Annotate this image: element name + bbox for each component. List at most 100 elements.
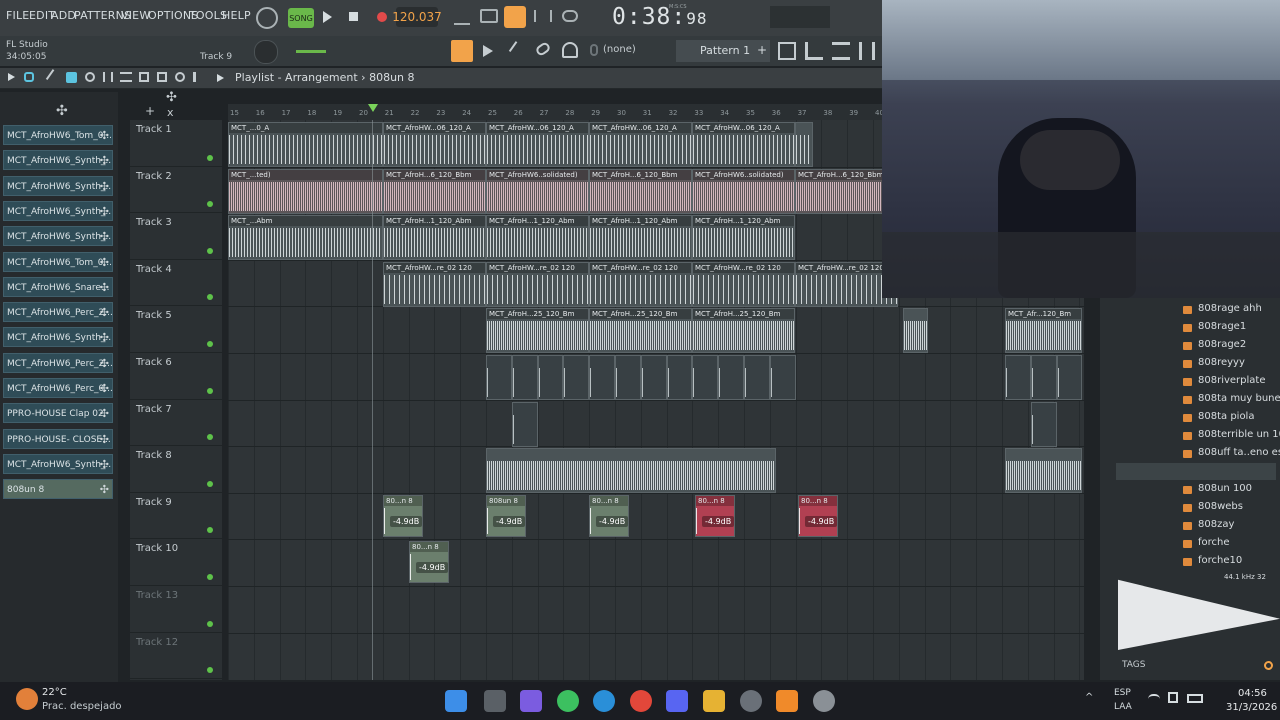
- browser-item[interactable]: 808un 100: [1198, 483, 1252, 494]
- audio-clip[interactable]: [537, 355, 564, 400]
- picker-item[interactable]: MCT_AfroHW6_Synth_... ✣: [3, 200, 113, 221]
- delete-tool-icon[interactable]: [85, 72, 95, 82]
- piano-roll-icon[interactable]: [832, 42, 850, 60]
- track-header[interactable]: Track 5: [130, 306, 222, 353]
- playlist-options-arrow-icon[interactable]: [217, 74, 224, 82]
- volume-icon[interactable]: [1168, 692, 1178, 703]
- scroll-arrows-icon[interactable]: ✣: [166, 90, 177, 105]
- tray-chevron-icon[interactable]: ^: [1085, 692, 1093, 703]
- playlist-menu-arrow-icon[interactable]: [8, 73, 15, 81]
- audio-clip[interactable]: [1056, 355, 1083, 400]
- browser-item[interactable]: forche10: [1198, 555, 1242, 566]
- snap-selector[interactable]: (none): [603, 44, 636, 55]
- track-mute-led[interactable]: [207, 387, 213, 394]
- audio-clip[interactable]: [1005, 355, 1031, 400]
- track-mute-led[interactable]: [207, 573, 213, 580]
- track-header[interactable]: Track 13: [130, 586, 222, 633]
- move-icon[interactable]: ✣: [100, 227, 109, 245]
- browser-item[interactable]: 808ta muy buneno: [1198, 393, 1280, 404]
- mute-tool-icon[interactable]: [103, 72, 113, 82]
- audio-clip[interactable]: [1005, 448, 1082, 494]
- track-mute-led[interactable]: [207, 154, 213, 161]
- audio-clip[interactable]: [692, 355, 719, 400]
- picker-item[interactable]: PPRO-HOUSE- CLOSE... ✣: [3, 428, 113, 449]
- move-icon[interactable]: ✣: [100, 455, 109, 473]
- move-icon[interactable]: ✣: [100, 328, 109, 346]
- move-icon[interactable]: ✣: [100, 379, 109, 397]
- menu-file[interactable]: FILE: [6, 9, 29, 22]
- audio-clip[interactable]: [640, 355, 667, 400]
- chrome-icon[interactable]: [630, 690, 652, 712]
- clock-date[interactable]: 31/3/2026: [1226, 702, 1277, 713]
- audio-clip[interactable]: MCT_AfroHW...06_120_A: [486, 122, 589, 167]
- audio-clip[interactable]: MCT_AfroH...1_120_Abm: [692, 215, 795, 261]
- settings-icon[interactable]: [813, 690, 835, 712]
- 808-clip[interactable]: 80...n 8 -4.9dB: [409, 541, 449, 584]
- audio-clip[interactable]: MCT_AfroHW...06_120_A: [589, 122, 692, 167]
- picker-item[interactable]: MCT_AfroHW6_Snare... ✣: [3, 276, 113, 297]
- close-track-icon[interactable]: x: [167, 106, 174, 119]
- track-mute-led[interactable]: [207, 480, 213, 487]
- magnet-icon[interactable]: [590, 44, 598, 56]
- audio-clip[interactable]: [744, 355, 770, 400]
- 808-clip[interactable]: 80...n 8 -4.9dB: [695, 494, 735, 537]
- audio-clip[interactable]: MCT_AfroH...1_120_Abm: [486, 215, 589, 261]
- metronome-icon[interactable]: [454, 9, 470, 25]
- picker-item[interactable]: MCT_AfroHW6_Tom_0... ✣: [3, 125, 113, 145]
- app-gear-icon[interactable]: [740, 690, 762, 712]
- select-tool-icon[interactable]: [157, 72, 167, 82]
- slice-tool-icon[interactable]: [139, 72, 149, 82]
- track-mute-led[interactable]: [207, 620, 213, 627]
- slip-tool-icon[interactable]: [120, 72, 132, 82]
- picker-item[interactable]: MCT_AfroHW6_Tom_0... ✣: [3, 251, 113, 272]
- move-icon[interactable]: ✣: [100, 253, 109, 271]
- audio-clip[interactable]: [718, 355, 744, 400]
- track-mute-led[interactable]: [207, 247, 213, 254]
- move-icon[interactable]: ✣: [100, 480, 109, 498]
- audio-clip[interactable]: MCT_AfroHW...re_02 120: [692, 261, 795, 307]
- browser-item[interactable]: forche: [1198, 537, 1230, 548]
- audio-clip[interactable]: [589, 355, 615, 400]
- browser-item[interactable]: 808riverplate: [1198, 375, 1266, 386]
- picker-item[interactable]: MCT_AfroHW6_Synth_... ✣: [3, 327, 113, 348]
- track-header[interactable]: Track 6: [130, 353, 222, 400]
- copilot-icon[interactable]: [520, 690, 542, 712]
- playback-tool-icon[interactable]: [193, 72, 203, 82]
- master-volume-knob[interactable]: [254, 40, 278, 64]
- audio-clip[interactable]: MCT_Afr...120_Bm: [1005, 308, 1082, 354]
- audio-clip[interactable]: [563, 355, 590, 400]
- audio-clip[interactable]: MCT_AfroHW...re_02 120: [589, 261, 692, 307]
- browser-item[interactable]: 808uff ta..eno este: [1198, 447, 1280, 458]
- lang-code-1[interactable]: ESP: [1114, 688, 1131, 698]
- track-mute-led[interactable]: [207, 294, 213, 301]
- audio-clip[interactable]: [1030, 355, 1057, 400]
- search-icon[interactable]: [1264, 661, 1273, 670]
- audio-clip[interactable]: MCT_AfroH...25_120_Bm: [486, 308, 589, 354]
- weather-desc[interactable]: Prac. despejado: [42, 701, 122, 712]
- track-header[interactable]: Track 2: [130, 167, 222, 214]
- step-edit-icon[interactable]: [534, 10, 552, 22]
- menu-add[interactable]: ADD: [51, 9, 76, 22]
- track-header[interactable]: Track 8: [130, 446, 222, 493]
- browser-item[interactable]: 808rage ahh: [1198, 303, 1262, 314]
- add-track-icon[interactable]: +: [145, 104, 155, 118]
- browser-item[interactable]: 808zay: [1198, 519, 1234, 530]
- move-icon[interactable]: ✣: [100, 202, 109, 220]
- tempo-display[interactable]: 120.037: [392, 7, 442, 27]
- record-icon[interactable]: [377, 12, 387, 22]
- playhead-marker-icon[interactable]: [368, 104, 378, 112]
- task-view-icon[interactable]: [484, 690, 506, 712]
- playlist-tool-icon[interactable]: [451, 40, 473, 62]
- windows-start-icon[interactable]: [445, 690, 467, 712]
- track-header[interactable]: Track 12: [130, 633, 222, 680]
- track-mute-led[interactable]: [207, 434, 213, 441]
- audio-clip[interactable]: [769, 355, 796, 400]
- audio-clip[interactable]: [615, 355, 641, 400]
- picker-item[interactable]: MCT_AfroHW6_Synth_... ✣: [3, 150, 113, 171]
- menu-help[interactable]: HELP: [222, 9, 251, 22]
- stamp-icon[interactable]: [562, 42, 578, 58]
- picker-item[interactable]: MCT_AfroHW6_Perc_2... ✣: [3, 352, 113, 373]
- fl-studio-icon[interactable]: [776, 690, 798, 712]
- audio-clip[interactable]: [1031, 401, 1057, 447]
- track-header[interactable]: Track 7: [130, 400, 222, 447]
